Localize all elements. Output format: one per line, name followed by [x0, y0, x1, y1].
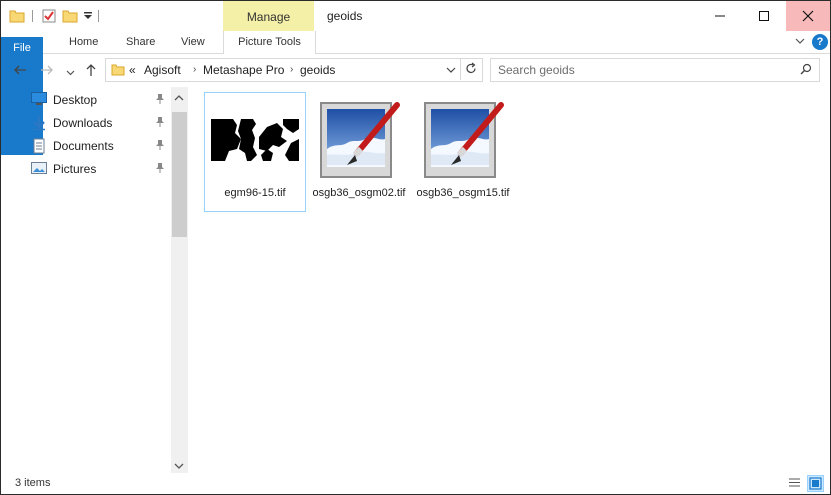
- sidebar-item-documents[interactable]: Documents: [31, 136, 171, 156]
- navigation-pane: Desktop Downloads Documents Pictures: [1, 87, 187, 473]
- paint-image-icon: [419, 97, 507, 185]
- scroll-up-arrow-icon[interactable]: [174, 91, 184, 105]
- breadcrumb-overflow[interactable]: «: [129, 63, 136, 77]
- desktop-icon: [31, 92, 47, 109]
- sidebar-item-label: Documents: [53, 139, 114, 153]
- expand-ribbon-icon[interactable]: [794, 35, 806, 50]
- scroll-down-arrow-icon[interactable]: [174, 459, 184, 473]
- tab-home[interactable]: Home: [69, 31, 98, 53]
- sidebar-item-label: Desktop: [53, 93, 98, 107]
- sidebar-item-label: Pictures: [53, 162, 97, 176]
- large-icons-view-button[interactable]: [807, 475, 824, 492]
- status-bar: 3 items: [1, 473, 830, 494]
- pin-icon[interactable]: [155, 139, 165, 154]
- item-count: 3 items: [15, 477, 51, 489]
- up-arrow-icon[interactable]: [84, 63, 98, 80]
- recent-locations-chevron-icon[interactable]: [66, 66, 75, 80]
- breadcrumb-geoids[interactable]: geoids: [300, 63, 335, 77]
- search-input[interactable]: Search geoids: [498, 63, 575, 77]
- refresh-icon: [465, 62, 477, 78]
- folder-icon[interactable]: [9, 8, 25, 27]
- search-icon[interactable]: [800, 63, 812, 78]
- sidebar-item-desktop[interactable]: Desktop: [31, 90, 171, 110]
- breadcrumb-agisoft[interactable]: Agisoft: [144, 63, 181, 77]
- maximize-button[interactable]: [742, 1, 786, 31]
- help-icon[interactable]: ?: [812, 34, 828, 50]
- title-bar: Manage geoids: [1, 1, 830, 31]
- manage-tab-group[interactable]: Manage: [223, 1, 314, 31]
- breadcrumb-chevron-icon[interactable]: ›: [193, 64, 196, 75]
- search-box[interactable]: Search geoids: [490, 58, 820, 82]
- pin-icon[interactable]: [155, 162, 165, 177]
- sidebar-item-downloads[interactable]: Downloads: [31, 113, 171, 133]
- sidebar-item-pictures[interactable]: Pictures: [31, 159, 171, 179]
- tab-view[interactable]: View: [181, 31, 205, 53]
- forward-arrow-icon[interactable]: [40, 63, 54, 80]
- downloads-icon: [31, 115, 47, 134]
- file-item-osgb36-osgm15[interactable]: osgb36_osgm15.tif: [413, 93, 513, 211]
- back-arrow-icon[interactable]: [13, 63, 27, 80]
- file-item-osgb36-osgm02[interactable]: osgb36_osgm02.tif: [309, 93, 409, 211]
- new-folder-icon[interactable]: [62, 8, 78, 27]
- close-button[interactable]: [786, 1, 830, 31]
- minimize-button[interactable]: [698, 1, 742, 31]
- breadcrumb-chevron-icon[interactable]: ›: [290, 64, 293, 75]
- navigation-bar: « Agisoft › Metashape Pro › geoids Searc…: [1, 54, 830, 86]
- address-bar[interactable]: « Agisoft › Metashape Pro › geoids: [105, 58, 483, 82]
- documents-icon: [31, 138, 47, 157]
- file-name: osgb36_osgm02.tif: [312, 187, 406, 199]
- folder-icon: [111, 63, 125, 79]
- geoid-map-thumbnail: [211, 97, 299, 185]
- breadcrumb-metashape-pro[interactable]: Metashape Pro: [203, 63, 284, 77]
- window-title: geoids: [327, 9, 363, 23]
- file-name: osgb36_osgm15.tif: [416, 187, 510, 199]
- customize-toolbar-icon[interactable]: [83, 10, 93, 24]
- properties-icon[interactable]: [41, 8, 57, 27]
- address-dropdown-icon[interactable]: [446, 64, 456, 78]
- refresh-button[interactable]: [460, 58, 482, 80]
- sidebar-item-label: Downloads: [53, 116, 113, 130]
- pin-icon[interactable]: [155, 116, 165, 131]
- pin-icon[interactable]: [155, 93, 165, 108]
- explorer-window: Manage geoids File Home Share View Pictu…: [0, 0, 831, 495]
- details-view-button[interactable]: [787, 475, 802, 490]
- paint-image-icon: [315, 97, 403, 185]
- tab-share[interactable]: Share: [126, 31, 155, 53]
- tab-picture-tools[interactable]: Picture Tools: [223, 31, 316, 54]
- navigation-pane-scrollbar[interactable]: [171, 87, 188, 473]
- file-item-egm96-15[interactable]: egm96-15.tif: [204, 92, 306, 212]
- ribbon-tab-bar: File Home Share View Picture Tools: [1, 31, 830, 155]
- file-list: egm96-15.tif osgb36_osgm02.tif osgb36_os…: [189, 87, 829, 473]
- pictures-icon: [31, 161, 47, 178]
- file-name: egm96-15.tif: [224, 187, 286, 199]
- scrollbar-thumb[interactable]: [172, 112, 187, 237]
